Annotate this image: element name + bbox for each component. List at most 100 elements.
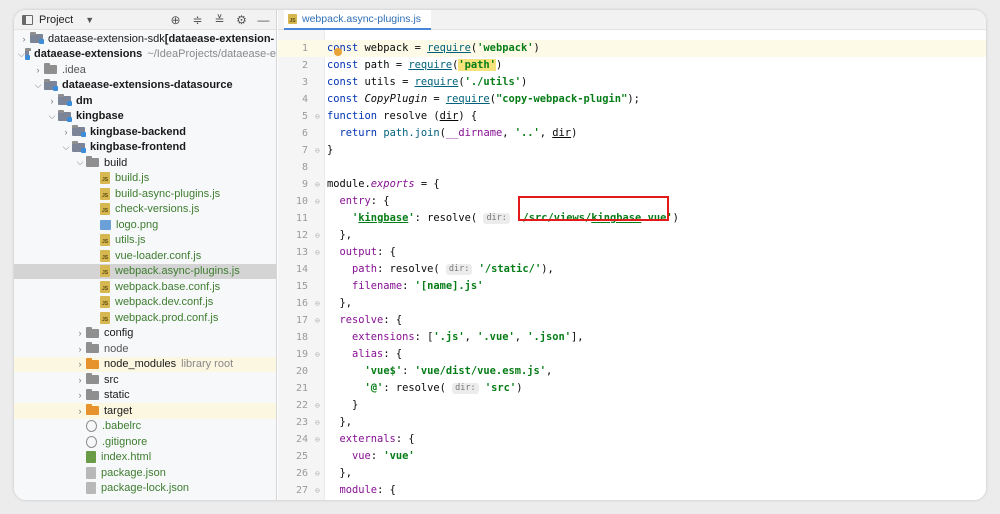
code-line[interactable]: 1 const webpack = require('webpack') [278,40,986,57]
fold-icon[interactable]: ⊖ [315,142,320,159]
code-line[interactable]: 23 ⊖ }, [278,414,986,431]
tree-item[interactable]: JS build-async-plugins.js [14,186,276,202]
code-line[interactable]: 25 vue: 'vue' [278,448,986,465]
tree-item[interactable]: .gitignore [14,434,276,450]
gear-icon[interactable]: ⚙ [235,13,248,27]
locate-icon[interactable]: ⊕ [169,13,182,27]
chevron-right-icon[interactable]: › [74,406,86,416]
collapse-all-icon[interactable]: ≚ [213,13,226,27]
expand-all-icon[interactable]: ≑ [191,13,204,27]
tree-item[interactable]: JS utils.js [14,233,276,249]
tree-item[interactable]: JS webpack.base.conf.js [14,279,276,295]
code-line[interactable]: 24 ⊖ externals: { [278,431,986,448]
code-line[interactable]: 7 ⊖} [278,142,986,159]
code-line[interactable]: 19 ⊖ alias: { [278,346,986,363]
fold-icon[interactable]: ⊖ [315,227,320,244]
tree-item[interactable]: › config [14,326,276,342]
fold-icon[interactable]: ⊖ [315,108,320,125]
fold-icon[interactable]: ⊖ [315,193,320,210]
tree-item[interactable]: ⌵ kingbase [14,109,276,125]
tree-item[interactable]: .babelrc [14,419,276,435]
tree-item[interactable]: JS webpack.dev.conf.js [14,295,276,311]
tree-item[interactable]: ⌵ build [14,155,276,171]
code-line[interactable]: 13 ⊖ output: { [278,244,986,261]
fold-icon[interactable]: ⊖ [315,397,320,414]
tree-item[interactable]: ⌵ dataease-extensions-datasource [14,78,276,94]
fold-icon[interactable]: ⊖ [315,431,320,448]
tree-item[interactable]: index.html [14,450,276,466]
project-panel-title: Project [39,13,74,26]
tree-item[interactable]: logo.png [14,217,276,233]
tree-item-label: dm [76,94,93,107]
project-window-icon [22,14,33,25]
fold-icon[interactable]: ⊖ [315,312,320,329]
tree-item[interactable]: package.json [14,465,276,481]
code-line[interactable]: 3 const utils = require('./utils') [278,74,986,91]
code-line[interactable]: 4 const CopyPlugin = require("copy-webpac… [278,91,986,108]
code-line[interactable]: 12 ⊖ }, [278,227,986,244]
chevron-down-icon[interactable]: ⌵ [74,157,86,168]
fold-icon[interactable]: ⊖ [315,465,320,482]
intention-bulb-icon[interactable] [334,48,342,56]
code-line[interactable]: 9 ⊖ module.exports = { [278,176,986,193]
code-line[interactable]: 15 filename: '[name].js' [278,278,986,295]
code-text: }, [327,297,353,309]
tree-item[interactable]: › node [14,341,276,357]
tree-item[interactable]: ⌵ kingbase-frontend [14,140,276,156]
tab-webpack-async-plugins[interactable]: JS webpack.async-plugins.js [284,10,432,30]
tree-item[interactable]: › .idea [14,62,276,78]
code-line[interactable]: 17 ⊖ resolve: { [278,312,986,329]
code-line[interactable]: 14 path: resolve( dir: '/static/'), [278,261,986,278]
tree-item[interactable]: › dataease-extension-sdk [dataease-extens… [14,31,276,47]
chevron-down-icon[interactable]: ⌵ [60,142,72,153]
tree-item[interactable]: › node_modules library root [14,356,276,372]
chevron-right-icon[interactable]: › [18,34,30,44]
code-line[interactable]: 5 ⊖ function resolve (dir) { [278,108,986,125]
chevron-right-icon[interactable]: › [60,127,72,137]
code-line[interactable]: 8 [278,159,986,176]
chevron-down-icon[interactable]: ⌵ [18,49,25,60]
tree-item[interactable]: JS build.js [14,171,276,187]
code-line[interactable]: 6 return path.join(__dirname, '..', dir) [278,125,986,142]
chevron-right-icon[interactable]: › [74,328,86,338]
fold-icon[interactable]: ⊖ [315,414,320,431]
chevron-down-icon[interactable]: ⌵ [32,80,44,91]
chevron-right-icon[interactable]: › [74,375,86,385]
tree-item[interactable]: JS webpack.async-plugins.js [14,263,276,279]
tree-item[interactable]: package-lock.json [14,481,276,497]
tree-item[interactable]: › target [14,403,276,419]
code-line[interactable]: 22 ⊖ } [278,397,986,414]
module-folder-icon [72,140,86,153]
tree-item[interactable]: JS check-versions.js [14,202,276,218]
tree-item[interactable]: JS vue-loader.conf.js [14,248,276,264]
chevron-right-icon[interactable]: › [74,344,86,354]
fold-icon[interactable]: ⊖ [315,176,320,193]
fold-icon[interactable]: ⊖ [315,244,320,261]
tree-item[interactable]: › dm [14,93,276,109]
fold-icon[interactable]: ⊖ [315,482,320,499]
code-text: }, [327,467,353,479]
code-line[interactable]: 26 ⊖ }, [278,465,986,482]
tree-item[interactable]: › src [14,372,276,388]
fold-icon[interactable]: ⊖ [315,295,320,312]
code-line[interactable]: 21 '@': resolve( dir: 'src') [278,380,986,397]
chevron-right-icon[interactable]: › [74,359,86,369]
hide-icon[interactable]: — [257,13,270,27]
code-line[interactable]: 27 ⊖ module: { [278,482,986,499]
chevron-right-icon[interactable]: › [46,96,58,106]
code-line[interactable]: 18 extensions: ['.js', '.vue', '.json'], [278,329,986,346]
tree-item[interactable]: JS webpack.prod.conf.js [14,310,276,326]
tree-item[interactable]: › static [14,388,276,404]
tree-item[interactable]: › kingbase-backend [14,124,276,140]
chevron-right-icon[interactable]: › [74,390,86,400]
chevron-right-icon[interactable]: › [32,65,44,75]
code-line[interactable]: 20 'vue$': 'vue/dist/vue.esm.js', [278,363,986,380]
tree-item[interactable]: ⌵ dataease-extensions ~/IdeaProjects/data… [14,47,276,63]
chevron-down-icon[interactable]: ▼ [85,15,94,25]
code-line[interactable]: 2 const path = require('path') [278,57,986,74]
code-line[interactable]: 16 ⊖ }, [278,295,986,312]
tree-item-label: kingbase-backend [90,125,186,138]
folder-icon [86,156,99,168]
fold-icon[interactable]: ⊖ [315,346,320,363]
chevron-down-icon[interactable]: ⌵ [46,111,58,122]
